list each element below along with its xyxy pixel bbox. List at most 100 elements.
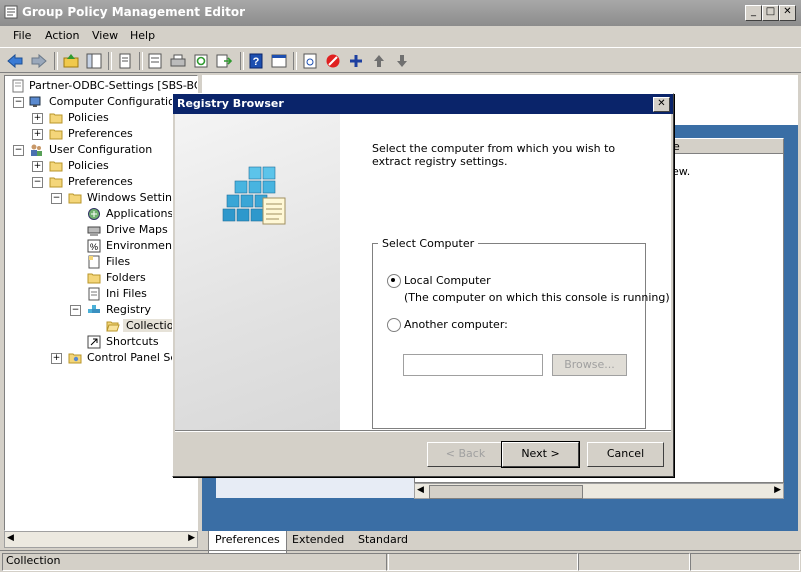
expand-icon[interactable]: + [32, 129, 43, 140]
view-tabs: Preferences Extended Standard [202, 531, 798, 554]
status-cell [690, 553, 800, 571]
folder-icon [68, 193, 82, 204]
status-text: Collection [2, 553, 389, 571]
dialog-title: Registry Browser [177, 97, 284, 110]
wizard-side-banner [175, 114, 340, 430]
users-icon [31, 144, 42, 156]
another-computer-radio[interactable] [387, 318, 401, 332]
collapse-icon[interactable]: − [51, 193, 62, 204]
registry-cubes-icon [222, 166, 286, 225]
minimize-button[interactable]: _ [745, 5, 762, 21]
window-title: Group Policy Management Editor [22, 5, 246, 19]
folder-icon [49, 113, 63, 124]
show-hide-tree-icon[interactable] [85, 52, 103, 70]
menu-bar: File Action View Help [0, 26, 801, 46]
computer-icon [29, 96, 41, 107]
refresh-icon[interactable] [192, 52, 210, 70]
tree-label: Windows Settings [87, 191, 185, 204]
tree-label: Partner-ODBC-Settings [SBS-BORC [29, 79, 197, 92]
scroll-left-icon[interactable]: ◀ [7, 533, 14, 543]
tree-label: Policies [68, 159, 109, 172]
collapse-icon[interactable]: − [32, 177, 43, 188]
next-button[interactable]: Next > [501, 441, 580, 468]
tree-label: Files [106, 255, 131, 268]
down-arrow-icon[interactable] [393, 52, 411, 70]
scroll-thumb[interactable] [429, 485, 583, 499]
back-button[interactable]: < Back [427, 442, 504, 467]
collapse-icon[interactable]: − [13, 97, 24, 108]
scroll-left-icon[interactable]: ◀ [417, 485, 424, 495]
open-folder-icon [106, 321, 120, 332]
toolbar-separator [240, 52, 244, 70]
forward-icon[interactable] [30, 52, 48, 70]
collapse-icon[interactable]: − [70, 305, 81, 316]
console-tree: Partner-ODBC-Settings [SBS-BORC − Comput… [4, 75, 198, 531]
folder-icon [49, 161, 63, 172]
group-label: Select Computer [378, 237, 479, 250]
dialog-title-bar: Registry Browser ✕ [173, 94, 673, 114]
expand-icon[interactable]: + [32, 113, 43, 124]
toolbar-separator [139, 52, 143, 70]
collapse-icon[interactable]: − [13, 145, 24, 156]
tree-label: Environment [106, 239, 177, 252]
toolbar: ? [0, 47, 801, 73]
close-window-button[interactable]: ✕ [779, 5, 796, 21]
another-computer-label[interactable]: Another computer: [404, 318, 508, 331]
dialog-close-icon[interactable]: ✕ [653, 97, 670, 112]
status-bar: Collection [0, 550, 801, 572]
properties-icon[interactable] [146, 52, 164, 70]
dialog-body: Select the computer from which you wish … [175, 114, 671, 430]
export-icon[interactable] [215, 52, 233, 70]
up-folder-icon[interactable] [62, 52, 80, 70]
stop-icon[interactable] [324, 52, 342, 70]
browse-button[interactable]: Browse... [552, 354, 627, 376]
local-computer-radio[interactable] [387, 274, 401, 288]
menu-action[interactable]: Action [45, 29, 79, 42]
drive-icon [87, 226, 101, 236]
svg-text:?: ? [253, 56, 260, 68]
expand-icon[interactable]: + [51, 353, 62, 364]
status-cell [578, 553, 690, 571]
files-icon [88, 255, 100, 269]
environment-icon: % [87, 239, 101, 253]
menu-file[interactable]: File [13, 29, 31, 42]
tree-label: Computer Configuration [49, 95, 182, 108]
status-cell [386, 553, 578, 571]
print-icon[interactable] [169, 52, 187, 70]
tree-label: User Configuration [49, 143, 153, 156]
gpo-editor-icon [4, 5, 18, 19]
help-icon[interactable]: ? [247, 52, 265, 70]
details-horizontal-scrollbar[interactable]: ◀ ▶ [414, 483, 784, 499]
properties-sheet-icon[interactable] [270, 52, 288, 70]
cancel-button[interactable]: Cancel [587, 442, 664, 467]
control-panel-icon [68, 353, 82, 364]
folder-icon [49, 129, 63, 140]
local-computer-label[interactable]: Local Computer [404, 274, 491, 287]
dialog-separator [175, 430, 671, 432]
scroll-right-icon[interactable]: ▶ [774, 485, 781, 495]
menu-view[interactable]: View [92, 29, 118, 42]
tree-label: Ini Files [106, 287, 147, 300]
dialog-description: Select the computer from which you wish … [372, 142, 616, 168]
select-computer-group [372, 243, 646, 429]
applications-icon [88, 208, 100, 220]
registry-browser-dialog: Registry Browser ✕ Select the computer f… [172, 93, 674, 477]
tree-horizontal-scrollbar[interactable]: ◀ ▶ [4, 531, 198, 548]
column-header[interactable]: e [660, 138, 784, 154]
folder-icon [87, 273, 101, 284]
copy-icon[interactable] [116, 52, 134, 70]
registry-icon [88, 305, 100, 313]
xml-icon[interactable] [301, 52, 319, 70]
up-arrow-icon[interactable] [370, 52, 388, 70]
menu-help[interactable]: Help [130, 29, 155, 42]
add-icon[interactable] [347, 52, 365, 70]
tree-label: Preferences [68, 175, 133, 188]
toolbar-separator [54, 52, 58, 70]
computer-name-input[interactable] [403, 354, 543, 376]
back-icon[interactable] [6, 52, 24, 70]
expand-icon[interactable]: + [32, 161, 43, 172]
tree-label: Policies [68, 111, 109, 124]
policy-document-icon [12, 79, 24, 93]
maximize-button[interactable]: □ [762, 5, 779, 21]
scroll-right-icon[interactable]: ▶ [188, 533, 195, 543]
